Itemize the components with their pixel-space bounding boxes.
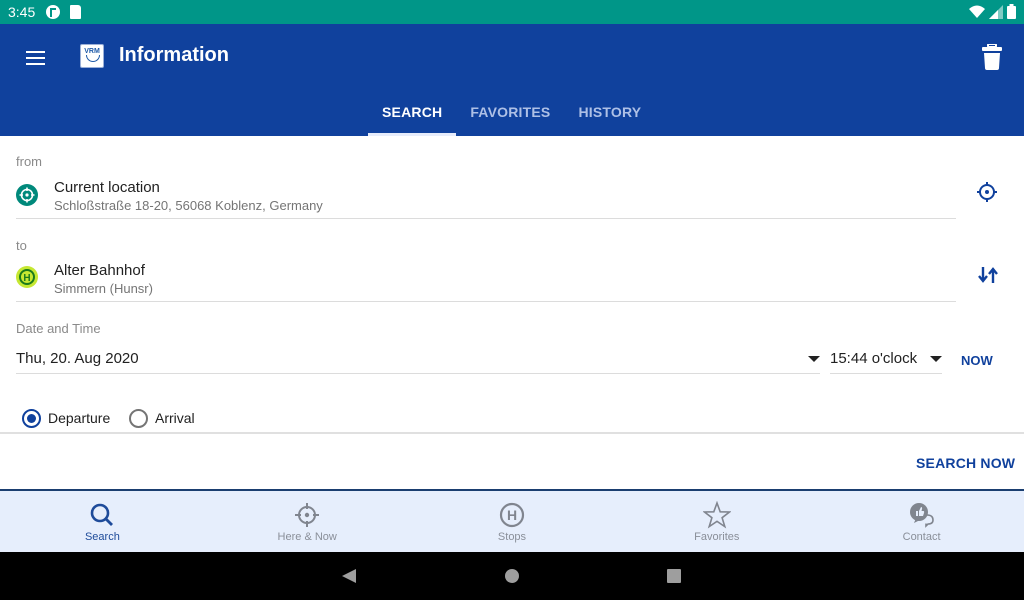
- tab-bar: SEARCH FAVORITES HISTORY: [368, 88, 655, 136]
- departure-label[interactable]: Departure: [48, 410, 110, 426]
- system-navigation-bar: [0, 552, 1024, 600]
- star-icon: [702, 501, 731, 529]
- now-button[interactable]: NOW: [961, 353, 993, 368]
- battery-icon: [1007, 4, 1016, 19]
- from-subtitle: Schloßstraße 18-20, 56068 Koblenz, Germa…: [54, 198, 323, 213]
- time-dropdown-icon: [930, 356, 942, 362]
- swap-icon: [978, 267, 998, 283]
- search-now-button[interactable]: SEARCH NOW: [916, 455, 1015, 471]
- wifi-icon: [969, 5, 985, 18]
- from-divider: [16, 218, 956, 219]
- tab-search[interactable]: SEARCH: [368, 88, 457, 136]
- status-icons: [969, 4, 1016, 19]
- trash-icon: [982, 43, 1002, 70]
- nav-search-label: Search: [84, 531, 120, 543]
- date-divider: [16, 373, 820, 374]
- tab-favorites[interactable]: FAVORITES: [456, 88, 564, 136]
- notification-app-icon: [46, 5, 60, 19]
- svg-text:H: H: [507, 507, 517, 523]
- locate-me-icon: [977, 182, 997, 202]
- datetime-label: Date and Time: [16, 321, 101, 336]
- nav-contact-label: Contact: [902, 531, 941, 543]
- section-divider: [0, 432, 1024, 434]
- from-label: from: [16, 154, 42, 169]
- nav-favorites-label: Favorites: [694, 531, 740, 543]
- signal-icon: [989, 4, 1003, 19]
- crosshair-icon: [295, 503, 320, 527]
- bus-stop-icon: H: [499, 502, 525, 528]
- nav-contact[interactable]: Contact: [819, 491, 1024, 552]
- chat-like-icon: [909, 503, 934, 528]
- app-bar: VRM Information SEARCH FAVORITES HISTORY: [0, 24, 1024, 136]
- home-icon[interactable]: [505, 569, 519, 583]
- to-label: to: [16, 238, 27, 253]
- bus-stop-icon: H: [16, 266, 38, 288]
- status-time: 3:45: [8, 4, 36, 20]
- page-title: Information: [119, 44, 229, 66]
- date-value: Thu, 20. Aug 2020: [16, 350, 139, 367]
- time-divider: [830, 373, 942, 374]
- menu-icon: [26, 51, 45, 53]
- arrival-radio[interactable]: [129, 409, 148, 428]
- nav-here-now-label: Here & Now: [277, 531, 337, 543]
- from-title: Current location: [54, 179, 160, 196]
- back-icon[interactable]: [342, 569, 356, 583]
- to-divider: [16, 301, 956, 302]
- nav-search[interactable]: Search: [0, 491, 205, 552]
- sd-card-icon: [70, 5, 81, 19]
- nav-stops-label: Stops: [497, 531, 527, 543]
- bottom-navigation: Search Here & Now H Stops Favorites Cont…: [0, 489, 1024, 552]
- tab-history[interactable]: HISTORY: [564, 88, 655, 136]
- departure-radio[interactable]: [22, 409, 41, 428]
- date-dropdown-icon: [808, 356, 820, 362]
- menu-button[interactable]: [24, 46, 48, 70]
- location-target-icon: [16, 184, 38, 206]
- search-icon: [91, 503, 114, 526]
- nav-here-now[interactable]: Here & Now: [205, 491, 410, 552]
- to-subtitle: Simmern (Hunsr): [54, 281, 153, 296]
- nav-favorites[interactable]: Favorites: [614, 491, 819, 552]
- delete-button[interactable]: [980, 43, 1004, 70]
- arrival-label[interactable]: Arrival: [155, 410, 195, 426]
- app-logo: VRM: [80, 44, 104, 68]
- nav-stops[interactable]: H Stops: [410, 491, 615, 552]
- locate-me-button[interactable]: [975, 180, 999, 204]
- swap-button[interactable]: [976, 263, 1000, 287]
- time-value: 15:44 o'clock: [830, 350, 918, 367]
- recent-apps-icon[interactable]: [667, 569, 681, 583]
- svg-text:H: H: [23, 273, 30, 284]
- to-title: Alter Bahnhof: [54, 262, 145, 279]
- status-bar: 3:45: [0, 0, 1024, 24]
